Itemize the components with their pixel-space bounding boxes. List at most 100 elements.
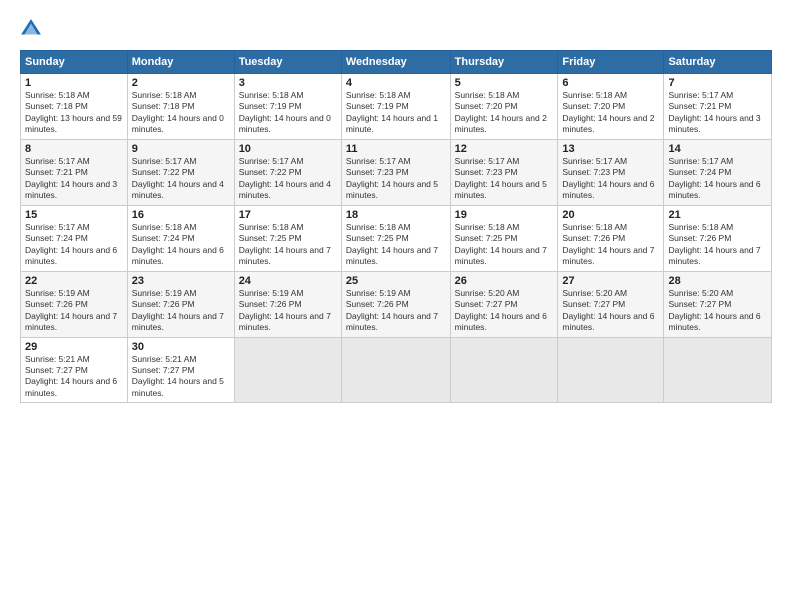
- day-number: 15: [25, 209, 123, 221]
- day-info: Sunrise: 5:17 AMSunset: 7:23 PMDaylight:…: [346, 156, 438, 200]
- calendar-cell: [664, 337, 772, 403]
- calendar-cell: 20 Sunrise: 5:18 AMSunset: 7:26 PMDaylig…: [558, 205, 664, 271]
- calendar-cell: 1 Sunrise: 5:18 AMSunset: 7:18 PMDayligh…: [21, 74, 128, 140]
- calendar-cell: 8 Sunrise: 5:17 AMSunset: 7:21 PMDayligh…: [21, 139, 128, 205]
- day-number: 20: [562, 209, 659, 221]
- header-cell: Thursday: [450, 51, 558, 74]
- logo-icon: [20, 18, 42, 40]
- calendar-cell: 23 Sunrise: 5:19 AMSunset: 7:26 PMDaylig…: [127, 271, 234, 337]
- calendar-week-row: 29 Sunrise: 5:21 AMSunset: 7:27 PMDaylig…: [21, 337, 772, 403]
- day-info: Sunrise: 5:17 AMSunset: 7:24 PMDaylight:…: [668, 156, 760, 200]
- calendar-cell: 18 Sunrise: 5:18 AMSunset: 7:25 PMDaylig…: [341, 205, 450, 271]
- day-number: 7: [668, 77, 767, 89]
- calendar-cell: 16 Sunrise: 5:18 AMSunset: 7:24 PMDaylig…: [127, 205, 234, 271]
- day-info: Sunrise: 5:17 AMSunset: 7:22 PMDaylight:…: [239, 156, 331, 200]
- calendar-cell: 9 Sunrise: 5:17 AMSunset: 7:22 PMDayligh…: [127, 139, 234, 205]
- day-number: 17: [239, 209, 337, 221]
- day-number: 6: [562, 77, 659, 89]
- day-number: 9: [132, 143, 230, 155]
- calendar-cell: [450, 337, 558, 403]
- calendar-cell: 15 Sunrise: 5:17 AMSunset: 7:24 PMDaylig…: [21, 205, 128, 271]
- day-info: Sunrise: 5:18 AMSunset: 7:20 PMDaylight:…: [455, 90, 547, 134]
- header-cell: Friday: [558, 51, 664, 74]
- day-info: Sunrise: 5:19 AMSunset: 7:26 PMDaylight:…: [132, 288, 224, 332]
- calendar-cell: [558, 337, 664, 403]
- day-number: 5: [455, 77, 554, 89]
- calendar-cell: 10 Sunrise: 5:17 AMSunset: 7:22 PMDaylig…: [234, 139, 341, 205]
- day-info: Sunrise: 5:18 AMSunset: 7:26 PMDaylight:…: [668, 222, 760, 266]
- logo: [20, 18, 46, 40]
- header-cell: Tuesday: [234, 51, 341, 74]
- calendar-week-row: 8 Sunrise: 5:17 AMSunset: 7:21 PMDayligh…: [21, 139, 772, 205]
- day-info: Sunrise: 5:17 AMSunset: 7:21 PMDaylight:…: [668, 90, 760, 134]
- day-number: 22: [25, 275, 123, 287]
- day-number: 18: [346, 209, 446, 221]
- day-info: Sunrise: 5:19 AMSunset: 7:26 PMDaylight:…: [346, 288, 438, 332]
- day-info: Sunrise: 5:19 AMSunset: 7:26 PMDaylight:…: [239, 288, 331, 332]
- day-number: 10: [239, 143, 337, 155]
- day-info: Sunrise: 5:18 AMSunset: 7:18 PMDaylight:…: [25, 90, 122, 134]
- header: [20, 18, 772, 40]
- day-number: 21: [668, 209, 767, 221]
- calendar-cell: 13 Sunrise: 5:17 AMSunset: 7:23 PMDaylig…: [558, 139, 664, 205]
- calendar-cell: 5 Sunrise: 5:18 AMSunset: 7:20 PMDayligh…: [450, 74, 558, 140]
- day-number: 2: [132, 77, 230, 89]
- day-number: 26: [455, 275, 554, 287]
- day-info: Sunrise: 5:20 AMSunset: 7:27 PMDaylight:…: [562, 288, 654, 332]
- calendar-cell: 24 Sunrise: 5:19 AMSunset: 7:26 PMDaylig…: [234, 271, 341, 337]
- calendar-cell: 30 Sunrise: 5:21 AMSunset: 7:27 PMDaylig…: [127, 337, 234, 403]
- calendar-cell: [341, 337, 450, 403]
- calendar-cell: 26 Sunrise: 5:20 AMSunset: 7:27 PMDaylig…: [450, 271, 558, 337]
- day-number: 30: [132, 341, 230, 353]
- day-info: Sunrise: 5:18 AMSunset: 7:20 PMDaylight:…: [562, 90, 654, 134]
- day-info: Sunrise: 5:18 AMSunset: 7:25 PMDaylight:…: [455, 222, 547, 266]
- day-info: Sunrise: 5:17 AMSunset: 7:21 PMDaylight:…: [25, 156, 117, 200]
- day-number: 13: [562, 143, 659, 155]
- day-info: Sunrise: 5:18 AMSunset: 7:25 PMDaylight:…: [346, 222, 438, 266]
- day-number: 1: [25, 77, 123, 89]
- day-number: 25: [346, 275, 446, 287]
- calendar-cell: 27 Sunrise: 5:20 AMSunset: 7:27 PMDaylig…: [558, 271, 664, 337]
- calendar-cell: [234, 337, 341, 403]
- calendar-cell: 14 Sunrise: 5:17 AMSunset: 7:24 PMDaylig…: [664, 139, 772, 205]
- header-cell: Saturday: [664, 51, 772, 74]
- calendar-week-row: 22 Sunrise: 5:19 AMSunset: 7:26 PMDaylig…: [21, 271, 772, 337]
- day-number: 4: [346, 77, 446, 89]
- calendar-cell: 28 Sunrise: 5:20 AMSunset: 7:27 PMDaylig…: [664, 271, 772, 337]
- calendar-cell: 6 Sunrise: 5:18 AMSunset: 7:20 PMDayligh…: [558, 74, 664, 140]
- calendar-cell: 4 Sunrise: 5:18 AMSunset: 7:19 PMDayligh…: [341, 74, 450, 140]
- calendar-cell: 22 Sunrise: 5:19 AMSunset: 7:26 PMDaylig…: [21, 271, 128, 337]
- day-info: Sunrise: 5:18 AMSunset: 7:19 PMDaylight:…: [346, 90, 438, 134]
- day-info: Sunrise: 5:18 AMSunset: 7:25 PMDaylight:…: [239, 222, 331, 266]
- day-info: Sunrise: 5:21 AMSunset: 7:27 PMDaylight:…: [25, 354, 117, 398]
- day-number: 14: [668, 143, 767, 155]
- calendar-cell: 21 Sunrise: 5:18 AMSunset: 7:26 PMDaylig…: [664, 205, 772, 271]
- header-row: SundayMondayTuesdayWednesdayThursdayFrid…: [21, 51, 772, 74]
- day-info: Sunrise: 5:21 AMSunset: 7:27 PMDaylight:…: [132, 354, 224, 398]
- calendar-table: SundayMondayTuesdayWednesdayThursdayFrid…: [20, 50, 772, 403]
- calendar-cell: 29 Sunrise: 5:21 AMSunset: 7:27 PMDaylig…: [21, 337, 128, 403]
- day-number: 19: [455, 209, 554, 221]
- day-info: Sunrise: 5:17 AMSunset: 7:22 PMDaylight:…: [132, 156, 224, 200]
- calendar-week-row: 15 Sunrise: 5:17 AMSunset: 7:24 PMDaylig…: [21, 205, 772, 271]
- day-number: 29: [25, 341, 123, 353]
- day-number: 16: [132, 209, 230, 221]
- day-info: Sunrise: 5:18 AMSunset: 7:26 PMDaylight:…: [562, 222, 654, 266]
- header-cell: Monday: [127, 51, 234, 74]
- calendar-cell: 2 Sunrise: 5:18 AMSunset: 7:18 PMDayligh…: [127, 74, 234, 140]
- day-info: Sunrise: 5:17 AMSunset: 7:23 PMDaylight:…: [455, 156, 547, 200]
- day-info: Sunrise: 5:20 AMSunset: 7:27 PMDaylight:…: [455, 288, 547, 332]
- calendar-cell: 25 Sunrise: 5:19 AMSunset: 7:26 PMDaylig…: [341, 271, 450, 337]
- calendar-cell: 12 Sunrise: 5:17 AMSunset: 7:23 PMDaylig…: [450, 139, 558, 205]
- day-number: 23: [132, 275, 230, 287]
- calendar-cell: 7 Sunrise: 5:17 AMSunset: 7:21 PMDayligh…: [664, 74, 772, 140]
- calendar-cell: 17 Sunrise: 5:18 AMSunset: 7:25 PMDaylig…: [234, 205, 341, 271]
- calendar-cell: 19 Sunrise: 5:18 AMSunset: 7:25 PMDaylig…: [450, 205, 558, 271]
- day-info: Sunrise: 5:20 AMSunset: 7:27 PMDaylight:…: [668, 288, 760, 332]
- day-info: Sunrise: 5:18 AMSunset: 7:18 PMDaylight:…: [132, 90, 224, 134]
- calendar-cell: 11 Sunrise: 5:17 AMSunset: 7:23 PMDaylig…: [341, 139, 450, 205]
- day-info: Sunrise: 5:18 AMSunset: 7:24 PMDaylight:…: [132, 222, 224, 266]
- day-number: 28: [668, 275, 767, 287]
- header-cell: Wednesday: [341, 51, 450, 74]
- calendar-cell: 3 Sunrise: 5:18 AMSunset: 7:19 PMDayligh…: [234, 74, 341, 140]
